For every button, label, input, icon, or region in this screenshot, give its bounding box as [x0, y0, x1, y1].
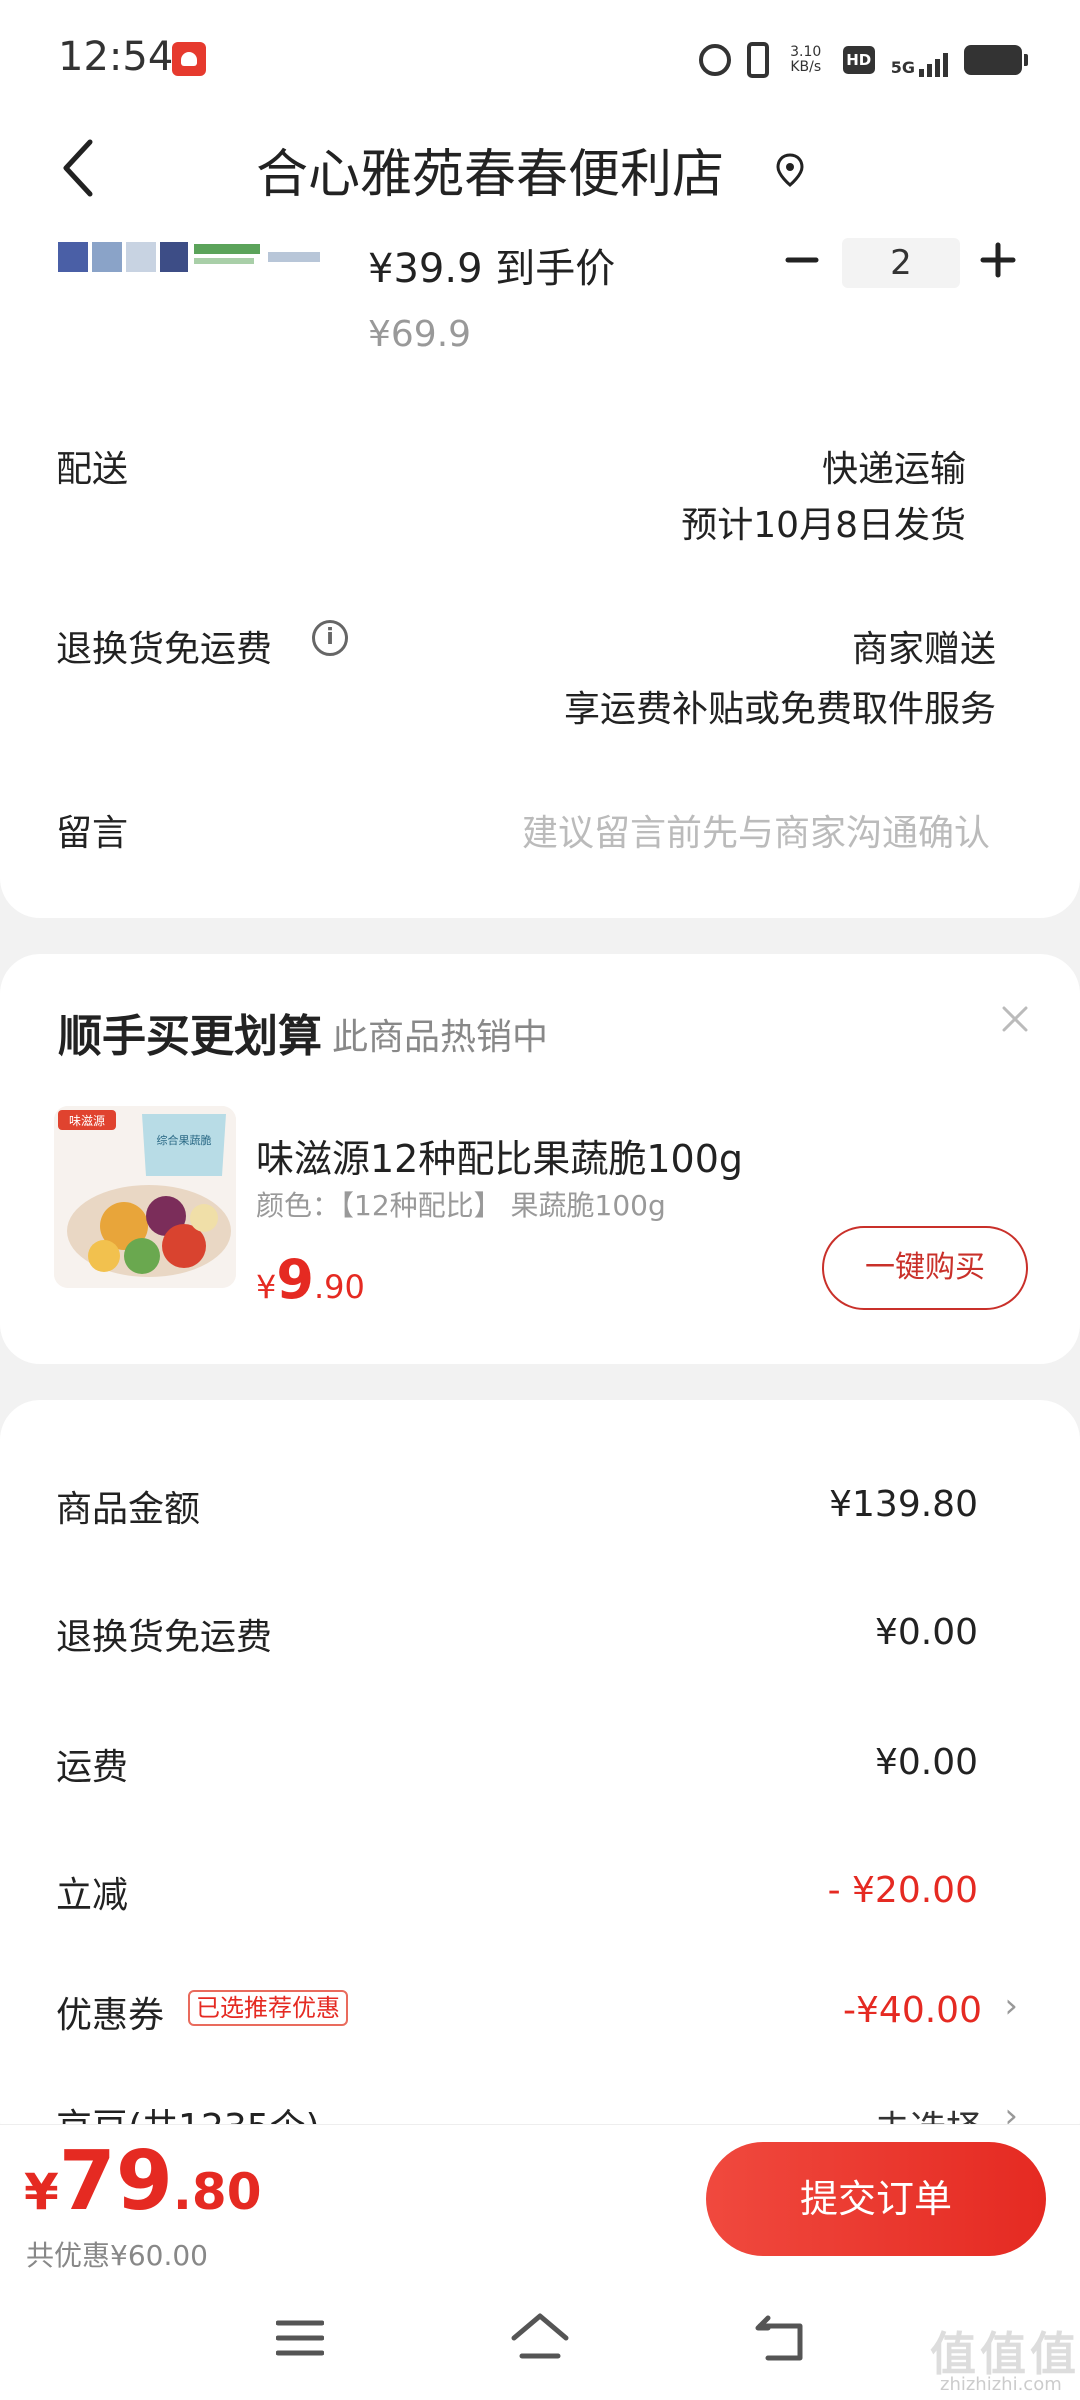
chevron-left-icon[interactable]: [58, 138, 98, 198]
back-icon[interactable]: [754, 2314, 806, 2362]
message-input[interactable]: 建议留言前先与商家沟通确认: [522, 804, 990, 856]
quantity-minus-button[interactable]: [782, 240, 822, 280]
return-fee-label: 退换货免运费: [56, 1617, 273, 1658]
return-shipping-value: 商家赠送: [851, 629, 996, 670]
coupon-value[interactable]: -¥40.00: [843, 1990, 982, 2031]
submit-order-button[interactable]: 提交订单: [706, 2142, 1046, 2256]
recommend-product-image[interactable]: 味滋源 综合果蔬脆: [54, 1106, 236, 1288]
delivery-eta: 预计10月8日发货: [681, 505, 966, 546]
return-shipping-label: 退换货免运费: [56, 629, 273, 670]
status-time: 12:54: [58, 34, 174, 80]
product-image-strip: [58, 242, 320, 272]
recommend-subtitle: 此商品热销中: [332, 1017, 549, 1058]
coupon-recommended-badge: 已选推荐优惠: [188, 1990, 348, 2026]
delivery-method[interactable]: 快递运输: [822, 440, 966, 492]
chevron-right-icon[interactable]: ›: [1004, 1986, 1018, 2026]
signal-icon: 5G: [891, 43, 948, 77]
goods-amount-value: ¥139.80: [829, 1484, 978, 1525]
location-pin-icon[interactable]: [774, 152, 806, 188]
page-title: 合心雅苑春春便利店: [255, 145, 724, 205]
original-price: ¥69.9: [368, 314, 472, 355]
close-icon[interactable]: [1000, 1004, 1030, 1034]
menu-icon[interactable]: [276, 2318, 324, 2358]
recommend-product-price: ¥9.90: [256, 1248, 365, 1311]
recommend-title: 顺手买更划算: [58, 1011, 322, 1062]
freight-value: ¥0.00: [874, 1742, 978, 1783]
recommend-product-spec: 颜色：【12种配比】 果蔬脆100g: [256, 1189, 666, 1222]
home-icon[interactable]: [510, 2312, 570, 2362]
message-label: 留言: [56, 813, 129, 854]
total-discount: 共优惠¥60.00: [26, 2239, 208, 2272]
freight-label: 运费: [56, 1747, 129, 1788]
one-click-buy-button[interactable]: 一键购买: [822, 1226, 1028, 1310]
fruit-chips-image: 味滋源 综合果蔬脆: [54, 1106, 236, 1288]
battery-icon: [964, 45, 1028, 75]
app-notification-icon: [172, 42, 206, 76]
vibrate-icon: [746, 42, 769, 78]
product-price: ¥39.9 到手价: [368, 246, 616, 292]
network-speed: 3.10 KB/s: [790, 44, 822, 75]
goods-amount-label: 商品金额: [56, 1489, 201, 1530]
delivery-label: 配送: [56, 449, 129, 490]
total-price: ¥79.80: [24, 2134, 262, 2229]
coupon-label: 优惠券: [56, 1995, 165, 2036]
hd-icon: HD: [842, 46, 875, 74]
recommend-product-name[interactable]: 味滋源12种配比果蔬脆100g: [256, 1128, 743, 1183]
status-icons: 3.10 KB/s HD 5G: [698, 38, 1028, 82]
svg-text:综合果蔬脆: 综合果蔬脆: [157, 1133, 212, 1147]
return-fee-value: ¥0.00: [874, 1612, 978, 1653]
info-icon[interactable]: i: [312, 620, 348, 656]
alarm-icon: [698, 44, 731, 76]
svg-text:味滋源: 味滋源: [69, 1114, 105, 1128]
watermark-url: zhizhizhi.com: [940, 2374, 1062, 2395]
instant-discount-label: 立减: [56, 1875, 129, 1916]
instant-discount-value: - ¥20.00: [827, 1870, 978, 1911]
quantity-plus-button[interactable]: [978, 240, 1018, 280]
return-shipping-desc: 享运费补贴或免费取件服务: [563, 689, 996, 730]
quantity-input[interactable]: 2: [842, 238, 960, 288]
